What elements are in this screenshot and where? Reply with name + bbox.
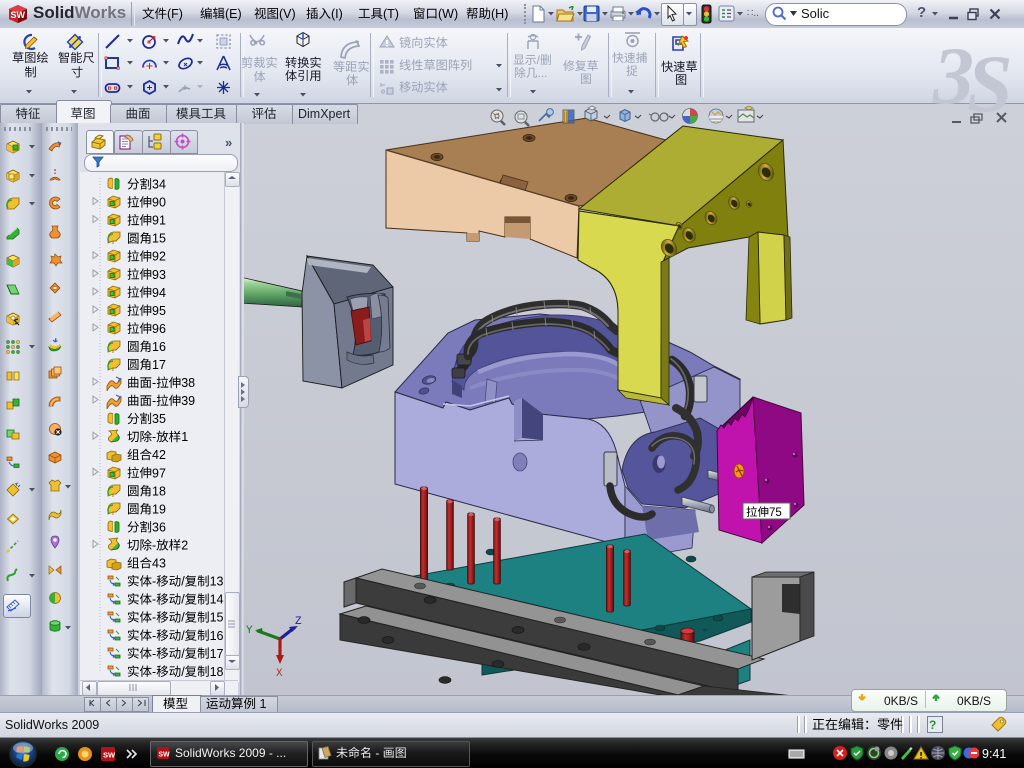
svg-text:SW: SW bbox=[103, 751, 116, 760]
svg-text:SW: SW bbox=[158, 751, 170, 758]
svg-text:Y: Y bbox=[246, 625, 253, 637]
svg-text:X: X bbox=[276, 668, 283, 680]
svg-text:S: S bbox=[967, 38, 1013, 120]
svg-text:Z: Z bbox=[295, 616, 302, 628]
svg-text:SW: SW bbox=[11, 10, 26, 20]
